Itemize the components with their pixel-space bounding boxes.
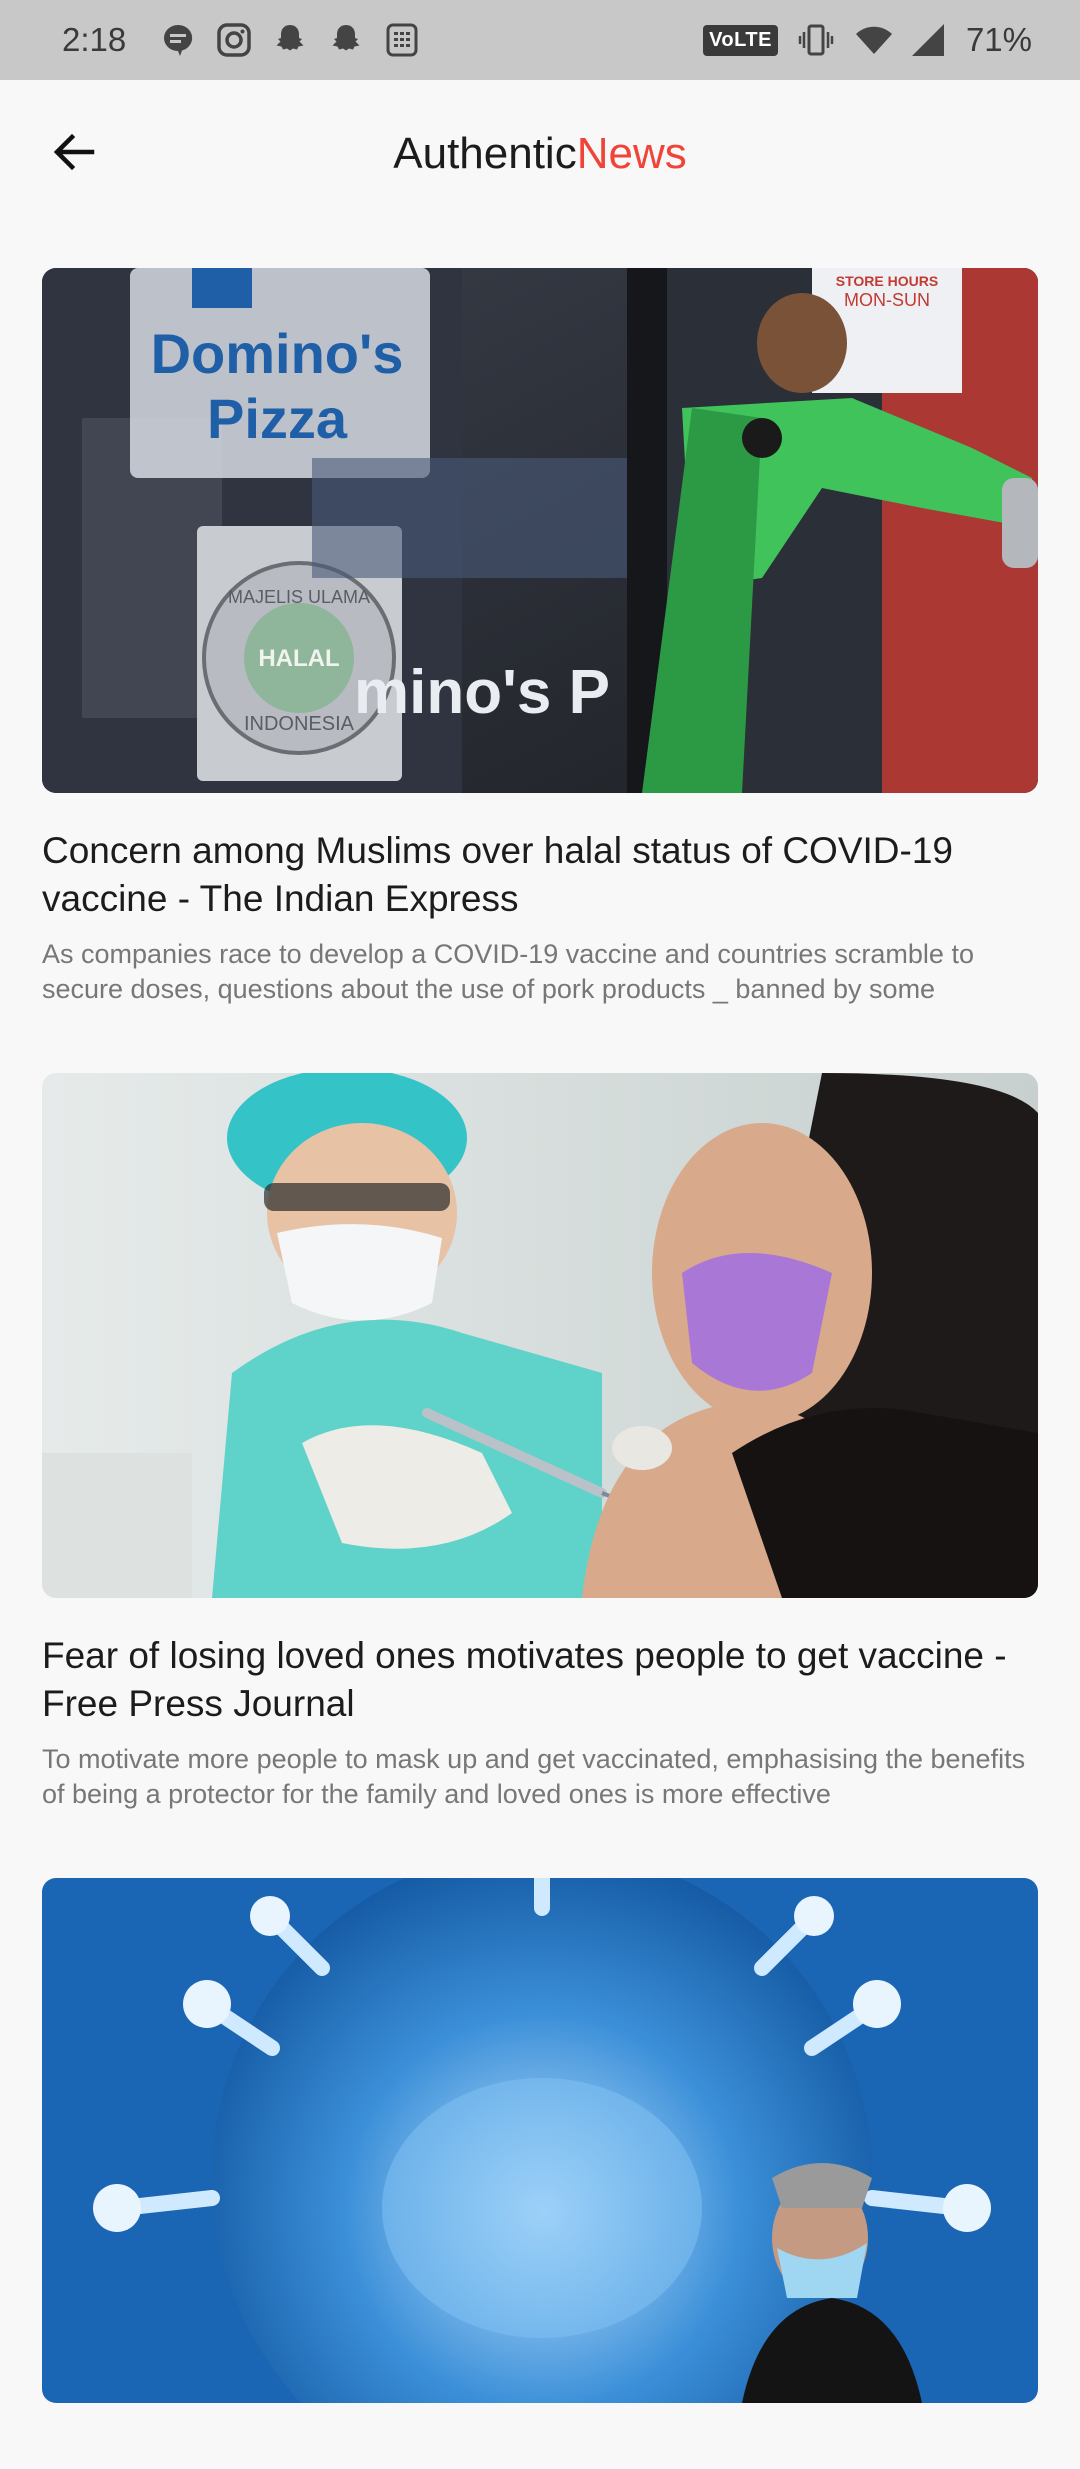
instagram-icon [216, 22, 252, 58]
image-hours-title: STORE HOURS [836, 273, 938, 289]
status-bar-right: VoLTE 71% [703, 21, 1032, 59]
battery-level: 71% [965, 21, 1032, 58]
image-glass-text: mino's P [354, 658, 610, 727]
article-image[interactable] [42, 1073, 1038, 1598]
cellular-signal-icon [910, 22, 946, 58]
news-feed[interactable]: Domino's Pizza MAJELIS ULAMA HALAL INDON… [42, 268, 1038, 2469]
back-button[interactable] [42, 120, 106, 184]
status-time: 2:18 [62, 21, 127, 58]
vibrate-icon [798, 22, 834, 58]
status-bar: 2:18 VoLTE 71% [0, 0, 1080, 80]
volte-badge: VoLTE [703, 24, 778, 56]
app-title: AuthenticNews [393, 129, 687, 179]
article-summary: As companies race to develop a COVID-19 … [42, 939, 974, 1004]
app-title-primary: Authentic [393, 129, 577, 178]
article-title[interactable]: Fear of losing loved ones motivates peop… [42, 1632, 1038, 1728]
image-seal-top: MAJELIS ULAMA [228, 587, 370, 607]
chat-notification-icon [160, 22, 196, 58]
image-sign-line1: Domino's [151, 322, 404, 385]
status-bar-left: 2:18 [62, 21, 420, 59]
snapchat-icon-2 [328, 22, 364, 58]
app-bar: AuthenticNews [0, 80, 1080, 228]
article-image[interactable] [42, 1878, 1038, 2403]
wifi-icon [854, 22, 892, 58]
calculator-icon [384, 22, 420, 58]
image-seal-center: HALAL [258, 645, 339, 672]
arrow-left-icon [53, 133, 95, 171]
news-card[interactable]: Domino's Pizza MAJELIS ULAMA HALAL INDON… [42, 268, 1038, 1007]
news-card[interactable]: Fear of losing loved ones motivates peop… [42, 1073, 1038, 1812]
snapchat-icon [272, 22, 308, 58]
image-sign-line2: Pizza [207, 387, 348, 450]
image-hours-days: MON-SUN [844, 290, 930, 310]
image-seal-bottom: INDONESIA [244, 713, 355, 735]
article-title[interactable]: Concern among Muslims over halal status … [42, 827, 1038, 923]
news-card[interactable] [42, 1878, 1038, 2403]
article-summary: To motivate more people to mask up and g… [42, 1744, 1026, 1809]
article-image[interactable]: Domino's Pizza MAJELIS ULAMA HALAL INDON… [42, 268, 1038, 793]
app-title-accent: News [576, 129, 687, 178]
